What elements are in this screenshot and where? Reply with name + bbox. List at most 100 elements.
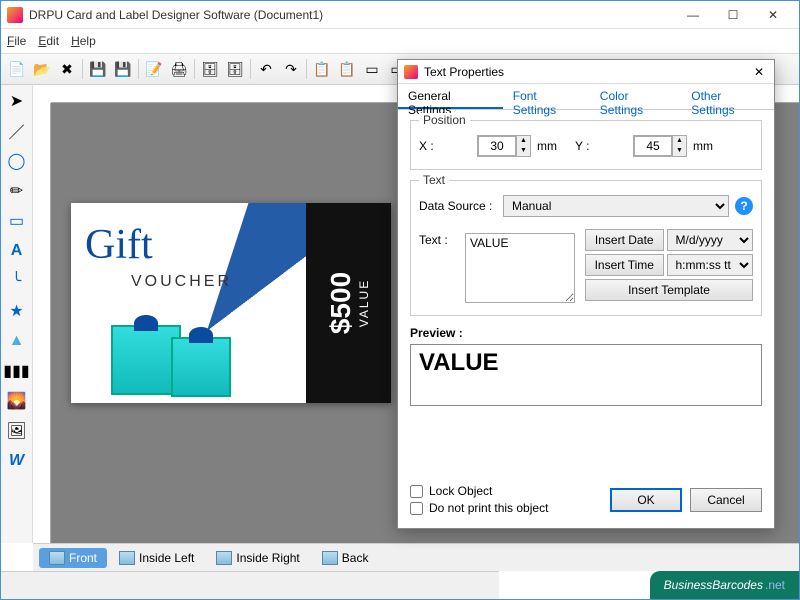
undo-icon[interactable]: ↶ — [254, 57, 278, 81]
tab-font-settings[interactable]: Font Settings — [503, 84, 590, 109]
text-label: Text : — [419, 233, 459, 247]
lock-object-label: Lock Object — [429, 484, 492, 498]
new-icon[interactable]: 📄 — [5, 57, 29, 81]
dialog-icon — [404, 65, 418, 79]
print-icon[interactable]: 🖨 — [167, 57, 191, 81]
maximize-button[interactable]: ☐ — [713, 4, 753, 26]
brand-tld: .net — [765, 578, 785, 592]
save-icon[interactable]: 💾 — [86, 57, 110, 81]
text-field[interactable]: VALUE — [465, 233, 575, 303]
data-source-select[interactable]: Manual — [503, 195, 729, 217]
dialog-close-button[interactable]: ✕ — [750, 65, 768, 79]
status-bar — [1, 571, 499, 599]
ok-button[interactable]: OK — [610, 488, 682, 512]
tab-color-settings[interactable]: Color Settings — [590, 84, 681, 109]
help-icon[interactable]: ? — [735, 197, 753, 215]
tab-inside-left[interactable]: Inside Left — [109, 548, 204, 568]
position-legend: Position — [419, 113, 470, 127]
wordart-tool-icon[interactable]: W — [5, 449, 29, 473]
tab-other-settings[interactable]: Other Settings — [681, 84, 774, 109]
pencil-tool-icon[interactable]: ✏ — [5, 179, 29, 203]
value-amount: $500 — [325, 272, 357, 334]
db2-icon[interactable]: 🗄 — [223, 57, 247, 81]
page-icon — [216, 551, 232, 565]
insert-template-button[interactable]: Insert Template — [585, 279, 753, 301]
data-source-label: Data Source : — [419, 199, 497, 213]
giftbox2-graphic — [171, 337, 231, 397]
menu-help[interactable]: Help — [71, 34, 96, 48]
x-input[interactable]: ▲▼ — [477, 135, 531, 157]
page-icon — [49, 551, 65, 565]
dialog-titlebar: Text Properties ✕ — [398, 60, 774, 84]
edit-icon[interactable]: 📝 — [142, 57, 166, 81]
dialog-title: Text Properties — [424, 65, 750, 79]
y-label: Y : — [575, 139, 627, 153]
tab-inside-right[interactable]: Inside Right — [206, 548, 309, 568]
x-up-icon[interactable]: ▲ — [516, 136, 530, 146]
tab-back-label: Back — [342, 551, 369, 565]
star-tool-icon[interactable]: ★ — [5, 299, 29, 323]
x-down-icon[interactable]: ▼ — [516, 146, 530, 156]
y-field[interactable] — [634, 136, 672, 156]
paste-icon[interactable]: 📋 — [335, 57, 359, 81]
insert-date-button[interactable]: Insert Date — [585, 229, 664, 251]
preview-box: VALUE — [410, 344, 762, 406]
page-tabs: Front Inside Left Inside Right Back — [33, 543, 799, 571]
window-title: DRPU Card and Label Designer Software (D… — [29, 8, 673, 22]
copy-icon[interactable]: 📋 — [310, 57, 334, 81]
card-value-panel: $500 VALUE — [306, 203, 391, 403]
preview-text: VALUE — [419, 349, 753, 377]
ruler-vertical — [33, 103, 51, 543]
voucher-text: VOUCHER — [131, 273, 232, 291]
cancel-button[interactable]: Cancel — [690, 488, 762, 512]
gift-text: Gift — [85, 221, 153, 269]
align1-icon[interactable]: ▭ — [360, 57, 384, 81]
menubar: File Edit Help — [1, 29, 799, 53]
saveas-icon[interactable]: 💾 — [111, 57, 135, 81]
card-front: Gift VOUCHER — [71, 203, 306, 403]
tab-back[interactable]: Back — [312, 548, 379, 568]
line-tool-icon[interactable]: ／ — [5, 119, 29, 143]
no-print-checkbox[interactable] — [410, 502, 423, 515]
library-tool-icon[interactable]: 🖼 — [5, 419, 29, 443]
dialog-tabs: General Settings Font Settings Color Set… — [398, 84, 774, 110]
date-format-select[interactable]: M/d/yyyy — [667, 229, 754, 251]
db-icon[interactable]: 🗄 — [198, 57, 222, 81]
titlebar: DRPU Card and Label Designer Software (D… — [1, 1, 799, 29]
close-button[interactable]: ✕ — [753, 4, 793, 26]
barcode-tool-icon[interactable]: ▮▮▮ — [5, 359, 29, 383]
menu-edit[interactable]: Edit — [38, 34, 59, 48]
close-doc-icon[interactable]: ✖ — [55, 57, 79, 81]
menu-file[interactable]: File — [7, 34, 26, 48]
text-legend: Text — [419, 173, 449, 187]
image-tool-icon[interactable]: 🌄 — [5, 389, 29, 413]
tab-front-label: Front — [69, 551, 97, 565]
lock-object-checkbox[interactable] — [410, 485, 423, 498]
tab-inside-right-label: Inside Right — [236, 551, 299, 565]
card-design[interactable]: Gift VOUCHER $500 VALUE — [71, 203, 391, 403]
value-label: VALUE — [357, 272, 371, 334]
tab-general-settings[interactable]: General Settings — [398, 84, 503, 109]
triangle-tool-icon[interactable]: ▲ — [5, 329, 29, 353]
open-icon[interactable]: 📂 — [30, 57, 54, 81]
y-down-icon[interactable]: ▼ — [672, 146, 686, 156]
insert-time-button[interactable]: Insert Time — [585, 254, 664, 276]
y-up-icon[interactable]: ▲ — [672, 136, 686, 146]
select-tool-icon[interactable]: ➤ — [5, 89, 29, 113]
y-input[interactable]: ▲▼ — [633, 135, 687, 157]
dialog-footer: Lock Object Do not print this object OK … — [410, 481, 762, 518]
dialog-body: Position X : ▲▼ mm Y : ▲▼ mm Text Data S… — [398, 110, 774, 416]
rect-tool-icon[interactable]: ▭ — [5, 209, 29, 233]
text-tool-icon[interactable]: A — [5, 239, 29, 263]
tool-palette: ➤ ／ ◯ ✏ ▭ A ╰ ★ ▲ ▮▮▮ 🌄 🖼 W — [1, 85, 33, 543]
arc-tool-icon[interactable]: ╰ — [5, 269, 29, 293]
x-field[interactable] — [478, 136, 516, 156]
time-format-select[interactable]: h:mm:ss tt — [667, 254, 754, 276]
x-unit: mm — [537, 139, 557, 153]
x-label: X : — [419, 139, 471, 153]
redo-icon[interactable]: ↷ — [279, 57, 303, 81]
y-unit: mm — [693, 139, 713, 153]
minimize-button[interactable]: — — [673, 4, 713, 26]
ellipse-tool-icon[interactable]: ◯ — [5, 149, 29, 173]
tab-front[interactable]: Front — [39, 548, 107, 568]
